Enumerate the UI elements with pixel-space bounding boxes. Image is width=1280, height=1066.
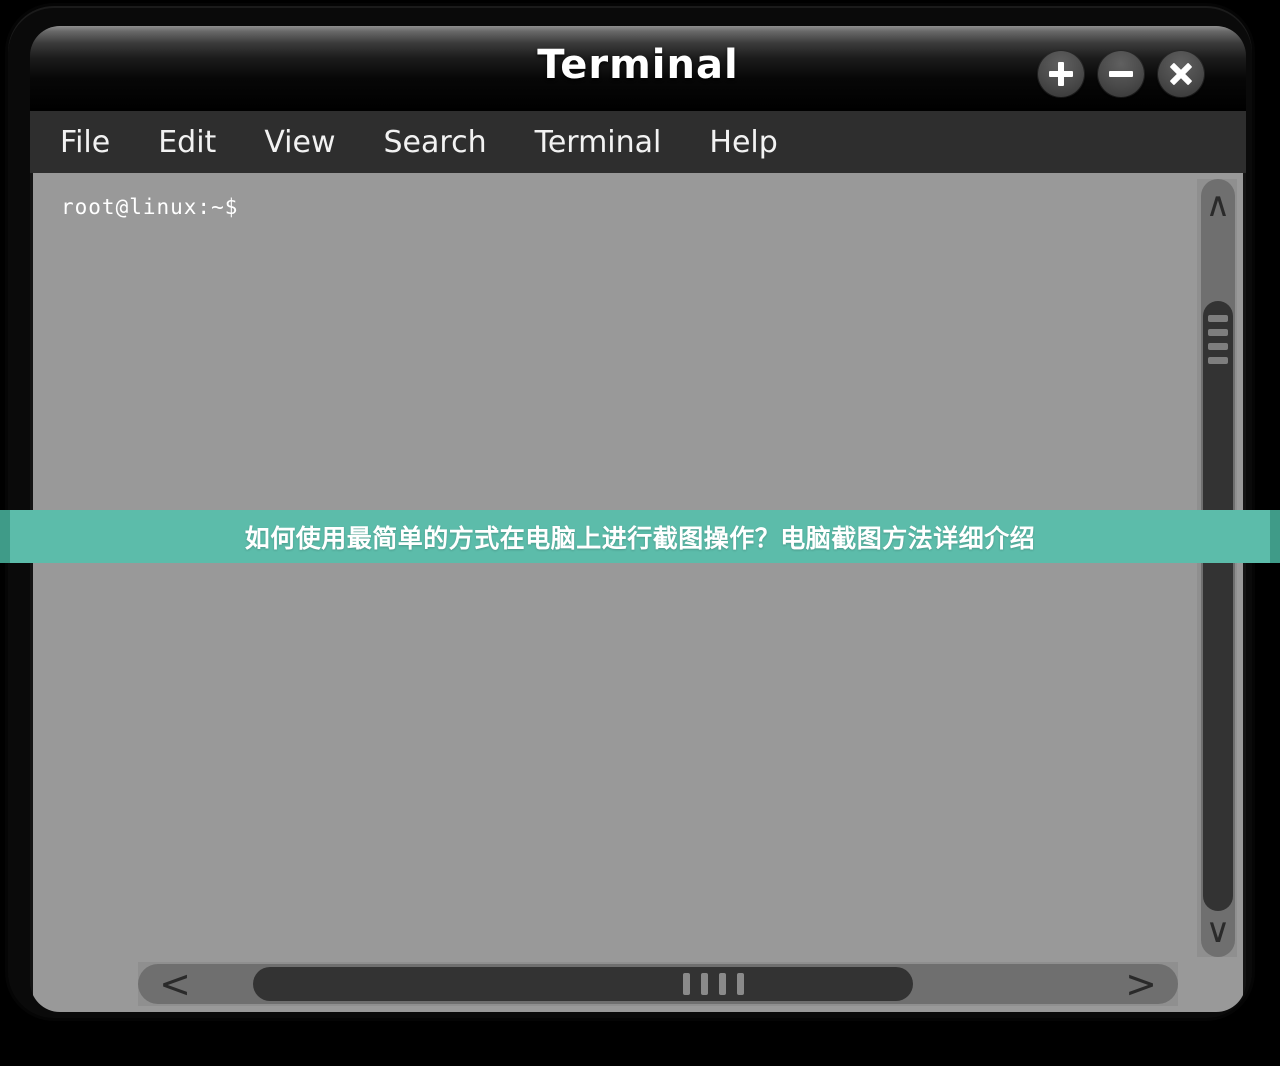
titlebar[interactable]: Terminal xyxy=(30,26,1246,111)
scrollbar-grip-line xyxy=(719,973,726,995)
shell-prompt: root@linux:~$ xyxy=(61,195,239,219)
scrollbar-grip-line xyxy=(1208,315,1228,322)
horizontal-scrollbar[interactable]: < > xyxy=(138,962,1178,1006)
screen-root: Terminal File Edit View Search Terminal … xyxy=(0,0,1280,1066)
scrollbar-grip-line xyxy=(737,973,744,995)
caption-banner-text: 如何使用最简单的方式在电脑上进行截图操作？电脑截图方法详细介绍 xyxy=(244,523,1036,553)
minus-icon xyxy=(1109,71,1133,77)
caption-banner: 如何使用最简单的方式在电脑上进行截图操作？电脑截图方法详细介绍 xyxy=(0,510,1280,563)
scroll-up-arrow-icon[interactable]: ∧ xyxy=(1201,183,1235,227)
scroll-down-arrow-icon[interactable]: ∨ xyxy=(1201,909,1235,953)
terminal-output-pane[interactable]: root@linux:~$ xyxy=(33,173,1196,963)
menu-item-help[interactable]: Help xyxy=(709,125,777,160)
menubar: File Edit View Search Terminal Help xyxy=(30,111,1246,173)
scrollbar-grip-line xyxy=(1208,343,1228,350)
scrollbar-grip-line xyxy=(683,973,690,995)
menu-item-view[interactable]: View xyxy=(264,125,335,160)
menu-item-file[interactable]: File xyxy=(60,125,110,160)
horizontal-scrollbar-thumb[interactable] xyxy=(253,967,913,1001)
scroll-right-arrow-icon[interactable]: > xyxy=(1106,964,1176,1004)
close-button[interactable] xyxy=(1158,51,1204,97)
menu-item-search[interactable]: Search xyxy=(384,125,487,160)
caption-banner-edge-left xyxy=(0,510,10,563)
add-tab-button[interactable] xyxy=(1038,51,1084,97)
vertical-scrollbar[interactable]: ∧ ∨ xyxy=(1197,179,1237,957)
menu-item-edit[interactable]: Edit xyxy=(158,125,216,160)
vertical-scrollbar-thumb[interactable] xyxy=(1203,301,1233,911)
scrollbar-grip-line xyxy=(1208,357,1228,364)
terminal-content-area: root@linux:~$ ∧ ∨ < > xyxy=(33,173,1243,1012)
plus-icon-vertical xyxy=(1058,62,1064,86)
scrollbar-grip-line xyxy=(701,973,708,995)
scrollbar-grip-line xyxy=(1208,329,1228,336)
scroll-left-arrow-icon[interactable]: < xyxy=(140,964,210,1004)
menu-item-terminal[interactable]: Terminal xyxy=(535,125,662,160)
minimize-button[interactable] xyxy=(1098,51,1144,97)
caption-banner-edge-right xyxy=(1270,510,1280,563)
